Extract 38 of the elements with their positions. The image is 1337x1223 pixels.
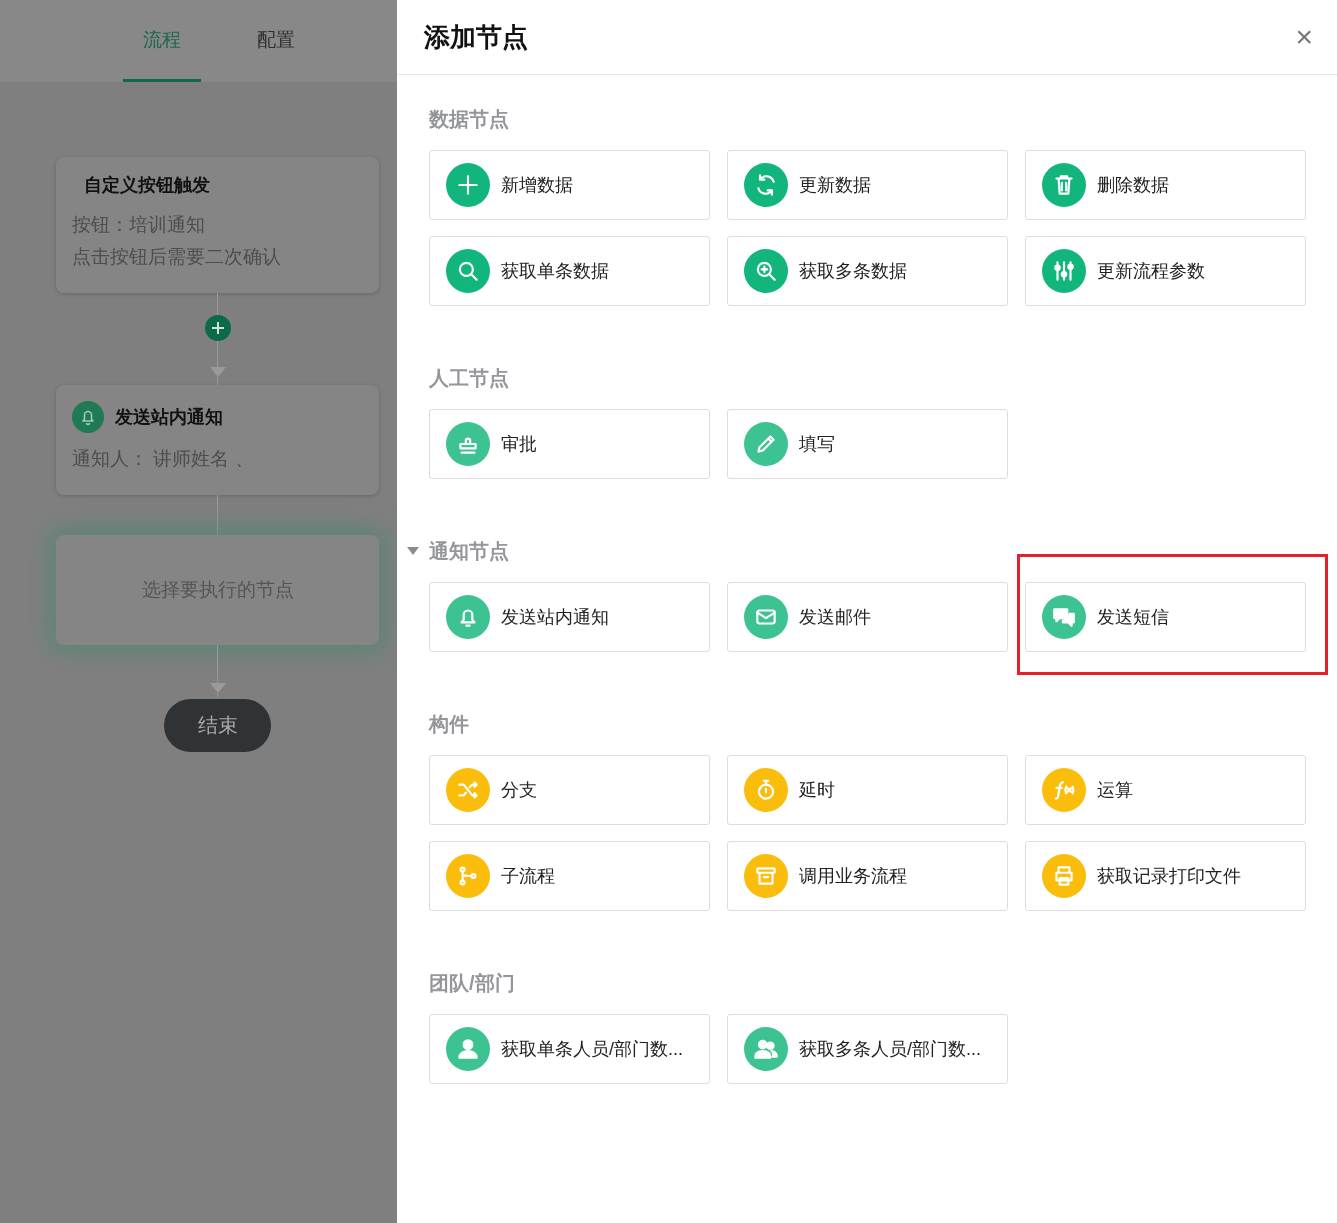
section-title: 构件 [429, 711, 469, 737]
action-card[interactable]: 发送站内通知 通知人： 讲师姓名 、 [56, 385, 379, 495]
node-title: 发送站内通知 [115, 406, 223, 429]
section-title: 人工节点 [429, 365, 509, 391]
node-option[interactable]: 获取单条人员/部门数... [429, 1014, 710, 1084]
node-option[interactable]: 审批 [429, 409, 710, 479]
node-option[interactable]: 发送站内通知 [429, 582, 710, 652]
tab[interactable]: 配置 [236, 0, 315, 82]
node-detail: 按钮：培训通知 [72, 213, 206, 237]
node-option[interactable]: 延时 [727, 755, 1008, 825]
node-option[interactable]: 运算 [1025, 755, 1306, 825]
end-node: 结束 [164, 699, 271, 752]
section-title: 通知节点 [429, 538, 509, 564]
node-option[interactable]: 删除数据 [1025, 150, 1306, 220]
section-title: 数据节点 [429, 106, 509, 132]
section-title: 团队/部门 [429, 970, 515, 996]
node-option[interactable]: 新增数据 [429, 150, 710, 220]
node-option[interactable]: 填写 [727, 409, 1008, 479]
add-node-button[interactable] [204, 315, 231, 341]
node-option[interactable]: 获取多条数据 [727, 236, 1008, 306]
bell-icon [72, 401, 104, 433]
node-title: 自定义按钮触发 [83, 174, 211, 197]
node-option[interactable]: 获取记录打印文件 [1025, 841, 1306, 911]
node-option[interactable]: 更新数据 [727, 150, 1008, 220]
node-detail: 点击按钮后需要二次确认 [72, 245, 282, 269]
node-option[interactable]: 获取单条数据 [429, 236, 710, 306]
node-option[interactable]: 更新流程参数 [1025, 236, 1306, 306]
close-button[interactable]: × [1291, 22, 1317, 52]
node-detail: 通知人： 讲师姓名 、 [72, 447, 255, 471]
node-option[interactable]: 调用业务流程 [727, 841, 1008, 911]
node-option[interactable]: 分支 [429, 755, 710, 825]
node-option[interactable]: 获取多条人员/部门数... [727, 1014, 1008, 1084]
node-option[interactable]: 子流程 [429, 841, 710, 911]
node-option[interactable]: 发送短信 [1025, 582, 1306, 652]
drawer-title: 添加节点 [424, 20, 528, 54]
trigger-card[interactable]: 自定义按钮触发 按钮：培训通知 点击按钮后需要二次确认 [56, 157, 379, 293]
node-option[interactable]: 发送邮件 [727, 582, 1008, 652]
caret-icon[interactable] [407, 547, 419, 555]
